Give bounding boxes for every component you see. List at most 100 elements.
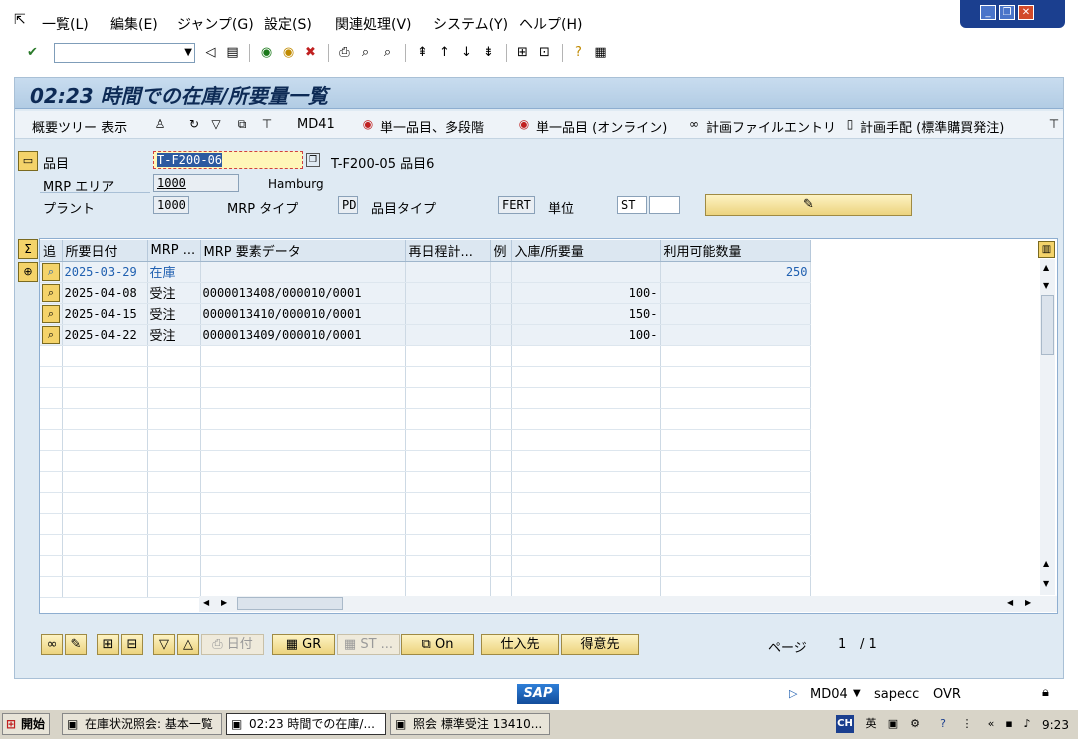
scroll-left-icon[interactable]: ◀ — [203, 598, 209, 607]
table-row[interactable]: ⌕ 2025-04-08 受注 0000013408/000010/0001 1… — [40, 282, 811, 304]
menu-help[interactable]: ヘルプ(H) — [519, 14, 582, 34]
print-icon[interactable]: ⎙ — [336, 44, 353, 61]
table-row[interactable]: ⌕ 2025-04-22 受注 0000013409/000010/0001 1… — [40, 324, 811, 346]
ime-icon[interactable]: 英 — [862, 715, 880, 733]
col-header-mrp[interactable]: MRP ... — [147, 240, 201, 262]
find-icon[interactable]: ⌕ — [357, 44, 374, 61]
display-icon[interactable]: ⊤ — [259, 116, 275, 132]
col-header-exception[interactable]: 例 — [490, 240, 512, 262]
plan-file-button[interactable]: 計画ファイルエントリ — [706, 117, 836, 136]
sum-icon[interactable]: Σ — [18, 239, 38, 259]
play-icon[interactable]: ▷ — [789, 687, 797, 700]
column-config-icon[interactable]: ▥ — [1038, 241, 1055, 258]
menu-list[interactable]: 一覧(L) — [42, 14, 89, 34]
col-header-available[interactable]: 利用可能数量 — [660, 240, 811, 262]
single-multi-button[interactable]: 単一品目、多段階 — [380, 117, 484, 136]
language-indicator[interactable]: CH — [836, 715, 854, 733]
display-icon[interactable]: ⊤ — [1046, 116, 1062, 132]
col-header-date[interactable]: 所要日付 — [62, 240, 148, 262]
last-page-icon[interactable]: ⇟ — [480, 44, 497, 61]
scroll-down-icon[interactable]: ▼ — [1043, 579, 1049, 588]
plan-order-button[interactable]: 計画手配 (標準購買発注) — [860, 117, 1004, 136]
st-button[interactable]: ▦ ST ... — [337, 634, 400, 655]
layout-icon[interactable]: ▦ — [592, 44, 609, 61]
help-icon[interactable]: ? — [934, 715, 952, 733]
vendor-button[interactable]: 仕入先 — [481, 634, 559, 655]
menu-exit-icon[interactable]: ⇱ — [14, 12, 26, 28]
vertical-scrollbar[interactable]: ▲ ▼ ▲ ▼ — [1040, 259, 1055, 595]
glasses-button[interactable]: ∞ — [41, 634, 63, 655]
scroll-up-icon[interactable]: ▲ — [1043, 559, 1049, 568]
next-page-icon[interactable]: ↓ — [458, 44, 475, 61]
detail-icon[interactable]: ⌕ — [42, 262, 60, 281]
filter-icon[interactable]: ▽ — [208, 116, 224, 132]
task-sales-order[interactable]: ▣ 照会 標準受注 13410... — [390, 713, 550, 735]
task-stock-overview[interactable]: ▣ 在庫状況照会: 基本一覧 — [62, 713, 222, 735]
command-field[interactable]: ▼ — [54, 43, 195, 63]
menu-system[interactable]: システム(Y) — [433, 14, 508, 34]
pencil-button[interactable]: ✎ — [65, 634, 87, 655]
exit-icon[interactable]: ◉ — [280, 44, 297, 61]
options-icon[interactable]: ⋮ — [958, 715, 976, 733]
chevron-down-icon[interactable]: ▼ — [184, 47, 192, 58]
edit-button[interactable]: ✎ — [705, 194, 912, 216]
minimize-icon[interactable]: _ — [980, 5, 996, 20]
refresh-icon[interactable]: ↻ — [186, 116, 202, 132]
copy-icon[interactable]: ⧉ — [234, 116, 250, 132]
overview-tree-button[interactable]: 概要ツリー 表示 — [32, 117, 127, 136]
md41-button[interactable]: MD41 — [297, 117, 335, 132]
detail-icon[interactable]: ⌕ — [42, 283, 60, 302]
tray-expand-icon[interactable]: « — [982, 715, 1000, 733]
single-online-button[interactable]: 単一品目 (オンライン) — [536, 117, 667, 136]
settings-icon[interactable]: ⚙ — [906, 715, 924, 733]
start-button[interactable]: ⊞ 開始 — [2, 713, 50, 735]
restore-icon[interactable]: ❐ — [999, 5, 1015, 20]
expand-button[interactable]: ⊞ — [97, 634, 119, 655]
customer-button[interactable]: 得意先 — [561, 634, 639, 655]
scroll-down-icon[interactable]: ▼ — [1043, 281, 1049, 290]
enter-icon[interactable]: ✔ — [24, 44, 41, 61]
scroll-right-icon[interactable]: ▶ — [1025, 598, 1031, 607]
scroll-right-icon[interactable]: ▶ — [221, 598, 227, 607]
save-icon[interactable]: ▤ — [224, 44, 241, 61]
back-icon[interactable]: ◉ — [258, 44, 275, 61]
scroll-thumb[interactable] — [1041, 295, 1054, 355]
horizontal-scrollbar[interactable]: ◀ ▶ ◀ ▶ — [199, 596, 1057, 612]
scroll-up-icon[interactable]: ▲ — [1043, 263, 1049, 272]
detail-icon[interactable]: ⌕ — [42, 304, 60, 323]
help-icon[interactable]: ? — [570, 44, 587, 61]
material-input[interactable]: T-F200-06 — [153, 151, 303, 169]
chevron-down-icon[interactable]: ▼ — [853, 688, 861, 699]
prev-page-icon[interactable]: ↑ — [436, 44, 453, 61]
sort-down-button[interactable]: ▽ — [153, 634, 175, 655]
first-page-icon[interactable]: ⇞ — [414, 44, 431, 61]
menu-environment[interactable]: 関連処理(V) — [335, 14, 412, 34]
date-button[interactable]: ⎙ 日付 — [201, 634, 264, 655]
table-row[interactable]: ⌕ 2025-04-15 受注 0000013410/000010/0001 1… — [40, 303, 811, 325]
on-button[interactable]: ⧉ On — [401, 634, 474, 655]
menu-edit[interactable]: 編集(E) — [110, 14, 158, 34]
detail-icon[interactable]: ⌕ — [42, 325, 60, 344]
cancel-icon[interactable]: ✖ — [302, 44, 319, 61]
new-session-icon[interactable]: ⊞ — [514, 44, 531, 61]
col-header-reschedule[interactable]: 再日程計... — [405, 240, 491, 262]
close-icon[interactable]: ✕ — [1018, 5, 1034, 20]
collapse-button[interactable]: ⊟ — [121, 634, 143, 655]
menu-settings[interactable]: 設定(S) — [264, 14, 312, 34]
prev-icon[interactable]: ◁ — [202, 44, 219, 61]
shortcut-icon[interactable]: ⊡ — [536, 44, 553, 61]
menu-goto[interactable]: ジャンプ(G) — [177, 14, 254, 34]
ime-mode-icon[interactable]: ▣ — [884, 715, 902, 733]
col-header-receipt[interactable]: 入庫/所要量 — [511, 240, 661, 262]
sort-up-button[interactable]: △ — [177, 634, 199, 655]
col-header-element-data[interactable]: MRP 要素データ — [200, 240, 406, 262]
gr-button[interactable]: ▦ GR — [272, 634, 335, 655]
header-toggle-icon[interactable]: ▭ — [18, 151, 38, 171]
find-next-icon[interactable]: ⌕ — [379, 44, 396, 61]
person-icon[interactable]: ♙ — [152, 116, 168, 132]
col-header-add[interactable]: 追 — [40, 240, 63, 262]
split-icon[interactable]: ⊕ — [18, 262, 38, 282]
table-row[interactable]: ⌕ 2025-03-29 在庫 250 — [40, 261, 811, 283]
scroll-thumb[interactable] — [237, 597, 343, 610]
scroll-left-icon[interactable]: ◀ — [1007, 598, 1013, 607]
